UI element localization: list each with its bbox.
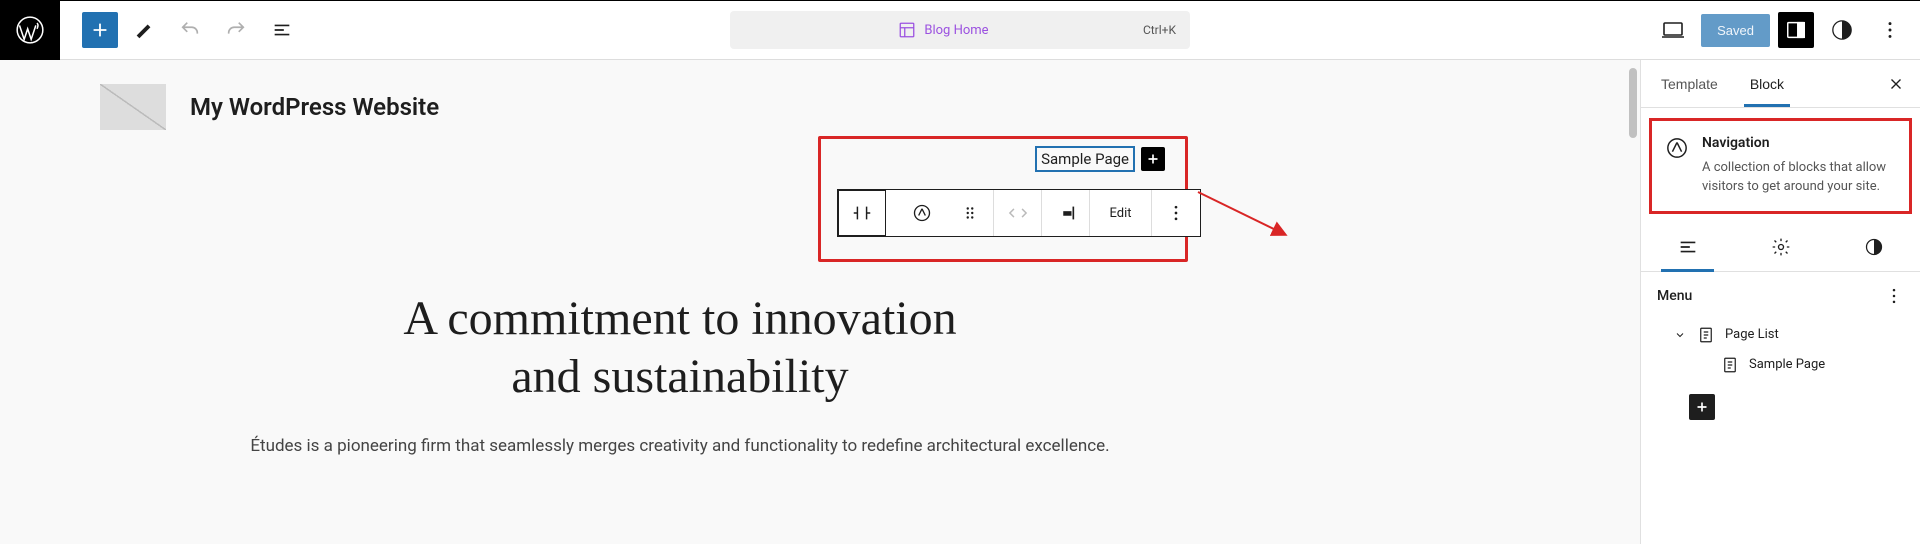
toolbar-edit-button[interactable]: Edit bbox=[1090, 190, 1152, 236]
tab-block[interactable]: Block bbox=[1734, 62, 1800, 106]
block-toolbar: Edit bbox=[837, 189, 1201, 237]
hero-section[interactable]: A commitment to innovation and sustainab… bbox=[0, 290, 1360, 460]
view-tab-settings[interactable] bbox=[1734, 224, 1827, 271]
tree-label-page-list: Page List bbox=[1725, 327, 1779, 342]
menu-tree: Page List Sample Page bbox=[1641, 320, 1920, 438]
toolbar-align-button[interactable] bbox=[1042, 190, 1090, 236]
site-title[interactable]: My WordPress Website bbox=[190, 93, 439, 121]
toolbar-block-type-button[interactable] bbox=[898, 190, 946, 236]
toolbar-parent-nav-button[interactable] bbox=[838, 190, 886, 236]
tree-item-page-list[interactable]: Page List bbox=[1653, 320, 1908, 350]
nav-link-sample-page[interactable]: Sample Page bbox=[1037, 148, 1133, 170]
editor-canvas[interactable]: My WordPress Website Sample Page bbox=[0, 60, 1640, 544]
top-left-tools bbox=[60, 10, 302, 50]
hero-paragraph[interactable]: Études is a pioneering firm that seamles… bbox=[0, 433, 1360, 460]
block-card-description: A collection of blocks that allow visito… bbox=[1702, 159, 1895, 197]
tab-template[interactable]: Template bbox=[1645, 62, 1734, 106]
main-area: My WordPress Website Sample Page bbox=[0, 60, 1920, 544]
sidebar-tabs: Template Block bbox=[1641, 60, 1920, 108]
settings-sidebar-toggle[interactable] bbox=[1778, 12, 1814, 48]
chevron-down-icon[interactable] bbox=[1673, 329, 1687, 341]
navigation-block-highlight: Sample Page bbox=[818, 136, 1188, 262]
compass-icon bbox=[1666, 135, 1688, 197]
toolbar-move-arrows[interactable] bbox=[994, 190, 1042, 236]
pages-icon bbox=[1697, 326, 1715, 344]
nav-link-row: Sample Page bbox=[1037, 147, 1165, 171]
document-title-area: Blog Home bbox=[744, 21, 1143, 39]
block-card-navigation: Navigation A collection of blocks that a… bbox=[1649, 118, 1912, 214]
menu-heading: Menu bbox=[1657, 288, 1884, 304]
undo-button[interactable] bbox=[170, 10, 210, 50]
document-overview-button[interactable] bbox=[262, 10, 302, 50]
site-logo-placeholder[interactable] bbox=[100, 84, 166, 130]
block-card-title: Navigation bbox=[1702, 135, 1895, 151]
tree-item-sample-page[interactable]: Sample Page bbox=[1653, 350, 1908, 380]
nav-add-item-button[interactable] bbox=[1141, 147, 1165, 171]
menu-options-button[interactable] bbox=[1884, 286, 1904, 306]
view-tab-styles[interactable] bbox=[1827, 224, 1920, 271]
sidebar-close-button[interactable] bbox=[1876, 75, 1916, 93]
toolbar-drag-handle[interactable] bbox=[946, 190, 994, 236]
sidebar-view-tabs bbox=[1641, 224, 1920, 272]
styles-button[interactable] bbox=[1822, 10, 1862, 50]
block-inserter-button[interactable] bbox=[82, 12, 118, 48]
document-title: Blog Home bbox=[924, 23, 988, 38]
settings-sidebar: Template Block Navigation A collection o… bbox=[1640, 60, 1920, 544]
top-right-tools: Saved bbox=[1653, 10, 1910, 50]
redo-button[interactable] bbox=[216, 10, 256, 50]
document-bar[interactable]: Blog Home Ctrl+K bbox=[730, 11, 1190, 49]
top-toolbar: Blog Home Ctrl+K Saved bbox=[0, 0, 1920, 60]
plus-icon bbox=[1689, 394, 1715, 420]
page-icon bbox=[1721, 356, 1739, 374]
options-button[interactable] bbox=[1870, 10, 1910, 50]
canvas-scrollbar[interactable] bbox=[1629, 68, 1637, 138]
command-shortcut-hint: Ctrl+K bbox=[1143, 23, 1176, 37]
save-button[interactable]: Saved bbox=[1701, 14, 1770, 47]
tools-button[interactable] bbox=[124, 10, 164, 50]
annotation-arrow bbox=[1196, 190, 1288, 240]
toolbar-more-button[interactable] bbox=[1152, 190, 1200, 236]
view-device-button[interactable] bbox=[1653, 10, 1693, 50]
menu-panel-header: Menu bbox=[1641, 272, 1920, 320]
tree-add-item[interactable] bbox=[1653, 388, 1908, 426]
tree-label-sample-page: Sample Page bbox=[1749, 357, 1825, 372]
wordpress-logo[interactable] bbox=[0, 1, 60, 60]
hero-heading[interactable]: A commitment to innovation and sustainab… bbox=[0, 290, 1360, 405]
view-tab-list[interactable] bbox=[1641, 224, 1734, 271]
